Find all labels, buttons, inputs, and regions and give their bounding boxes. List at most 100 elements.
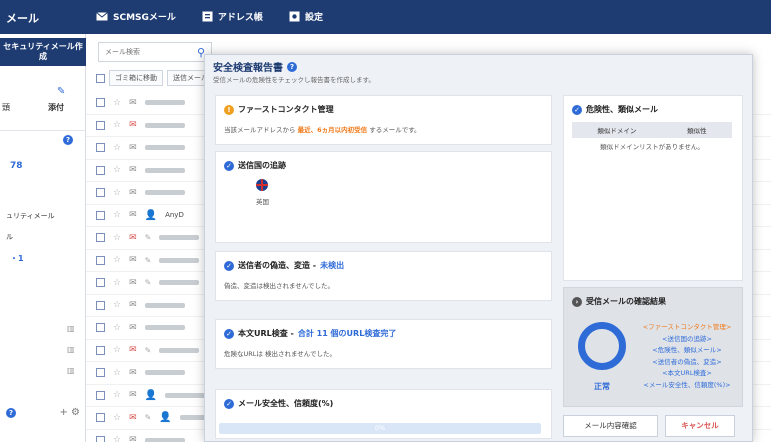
sender-blurred (159, 257, 200, 263)
star-icon[interactable]: ☆ (113, 188, 121, 198)
star-icon[interactable]: ☆ (113, 233, 121, 243)
sender-blurred (144, 325, 185, 331)
row-checkbox[interactable] (96, 278, 105, 288)
row-checkbox[interactable] (96, 390, 105, 400)
result-link[interactable]: <ファーストコンタクト管理> (634, 322, 740, 334)
star-icon[interactable]: ☆ (113, 435, 121, 442)
star-icon[interactable]: ☆ (113, 210, 121, 220)
star-icon[interactable]: ☆ (113, 300, 121, 310)
star-icon[interactable]: ☆ (113, 98, 121, 108)
country-name: 英国 (256, 198, 269, 206)
check-icon: ✓ (224, 160, 234, 171)
star-icon[interactable]: ☆ (113, 165, 121, 175)
check-icon: ✓ (572, 104, 582, 115)
sender-blurred (144, 302, 185, 308)
star-icon[interactable]: ☆ (113, 345, 121, 355)
reliability-title: ✓ メール安全性、信頼度(%) (224, 398, 333, 409)
trash-icon[interactable]: ▥ (67, 366, 75, 375)
sidebar-item-mail[interactable]: ル (6, 232, 13, 242)
row-checkbox[interactable] (96, 120, 105, 130)
row-checkbox[interactable] (96, 255, 105, 265)
compose-security-mail-button[interactable]: セキュリティメール作成 (0, 38, 86, 66)
attachment-icon: ✎ (144, 233, 152, 243)
sidebar-footer: ? + ⚙ (6, 407, 80, 418)
envelope-icon: ✉ (129, 210, 137, 221)
sidebar-item-count[interactable]: ・1 (10, 253, 24, 264)
star-icon[interactable]: ☆ (113, 413, 121, 423)
spoof-check-status: 未検出 (320, 261, 345, 270)
sidebar-tabs: ✎ 頭 添付 (0, 82, 86, 112)
row-checkbox[interactable] (96, 413, 105, 423)
search-input[interactable] (99, 43, 189, 61)
attachment-icon: ✎ (144, 413, 152, 423)
row-checkbox[interactable] (96, 345, 105, 355)
row-checkbox[interactable] (96, 435, 105, 442)
contact-icon: 👤 (144, 209, 158, 221)
country-tracking-title-text: 送信国の追跡 (238, 161, 286, 170)
url-check-status: 合計 11 個のURL検査完了 (297, 329, 397, 338)
result-link[interactable]: <本文URL検査> (634, 368, 740, 380)
sidebar-tab-partial[interactable]: 頭 (2, 102, 10, 113)
first-contact-title-text: ファーストコンタクト管理 (238, 105, 334, 114)
row-checkbox[interactable] (96, 143, 105, 153)
sender-blurred (144, 437, 185, 442)
first-contact-text-suffix: するメールです。 (369, 126, 421, 134)
nav-mail[interactable]: SCMSGメール (96, 10, 176, 23)
similar-domain-table: 類似ドメイン 類似性 類似ドメインリストがありません。 (572, 122, 732, 151)
star-icon[interactable]: ☆ (113, 278, 121, 288)
sender-blurred (144, 190, 185, 196)
add-folder-icon[interactable]: + ⚙ (59, 407, 80, 418)
envelope-icon: ✉ (129, 187, 137, 198)
address-book-icon (202, 11, 213, 22)
move-to-trash-button[interactable]: ゴミ箱に移動 (109, 70, 163, 86)
row-checkbox[interactable] (96, 368, 105, 378)
nav-address-book[interactable]: アドレス帳 (202, 10, 263, 23)
dialog-title: 安全検査報告書 ? (213, 59, 297, 74)
help-icon[interactable]: ? (6, 407, 16, 418)
star-icon[interactable]: ☆ (113, 323, 121, 333)
nav-settings[interactable]: 設定 (289, 10, 323, 23)
result-title: › 受信メールの確認結果 (572, 296, 666, 307)
row-checkbox[interactable] (96, 98, 105, 108)
cancel-button[interactable]: キャンセル (665, 415, 735, 437)
star-icon[interactable]: ☆ (113, 255, 121, 265)
result-link[interactable]: <メール安全性、信頼度(%)> (634, 380, 740, 392)
inbox-count[interactable]: 78 (10, 161, 23, 171)
row-checkbox[interactable] (96, 323, 105, 333)
trash-icon[interactable]: ▥ (67, 345, 75, 354)
sender-blurred (144, 122, 185, 128)
star-icon[interactable]: ☆ (113, 390, 121, 400)
sender-name: AnyD (165, 211, 184, 220)
star-icon[interactable]: ☆ (113, 120, 121, 130)
sidebar-tab-attach[interactable]: 添付 (48, 102, 64, 113)
row-checkbox[interactable] (96, 188, 105, 198)
spoof-check-text: 偽造、変造は検出されませんでした。 (224, 282, 334, 290)
result-link[interactable]: <送信国の追跡> (634, 334, 740, 346)
result-link[interactable]: <送信者の偽造、変造> (634, 357, 740, 369)
envelope-alert-icon: ✉ (129, 120, 137, 131)
help-icon[interactable]: ? (63, 135, 73, 145)
envelope-alert-icon: ✉ (129, 232, 137, 243)
result-link[interactable]: <危険性、類似メール> (634, 345, 740, 357)
star-icon[interactable]: ☆ (113, 143, 121, 153)
row-checkbox[interactable] (96, 233, 105, 243)
top-nav: SCMSGメール アドレス帳 設定 (96, 10, 323, 23)
sidebar-item-security-mail[interactable]: ュリティメール (6, 211, 55, 221)
result-ring-icon (578, 322, 626, 370)
first-contact-highlight: 最近、6ヵ月以内初受信 (297, 126, 368, 134)
attachment-icon: ✎ (144, 345, 152, 355)
star-icon[interactable]: ☆ (113, 368, 121, 378)
url-check-title: ✓ 本文URL検査 - 合計 11 個のURL検査完了 (224, 328, 396, 339)
row-checkbox[interactable] (96, 165, 105, 175)
row-checkbox[interactable] (96, 210, 105, 220)
sender-blurred (144, 370, 185, 376)
col-similar-domain: 類似ドメイン (597, 127, 637, 135)
help-icon[interactable]: ? (287, 61, 297, 72)
trash-icon[interactable]: ▥ (67, 324, 75, 333)
confirm-mail-button[interactable]: メール内容確認 (563, 415, 658, 437)
envelope-icon: ✉ (129, 142, 137, 153)
select-all-checkbox[interactable] (96, 73, 105, 83)
row-checkbox[interactable] (96, 300, 105, 310)
url-check-title-text: 本文URL検査 - (238, 329, 294, 338)
country-tracking-panel: ✓ 送信国の追跡 英国 (215, 151, 552, 243)
